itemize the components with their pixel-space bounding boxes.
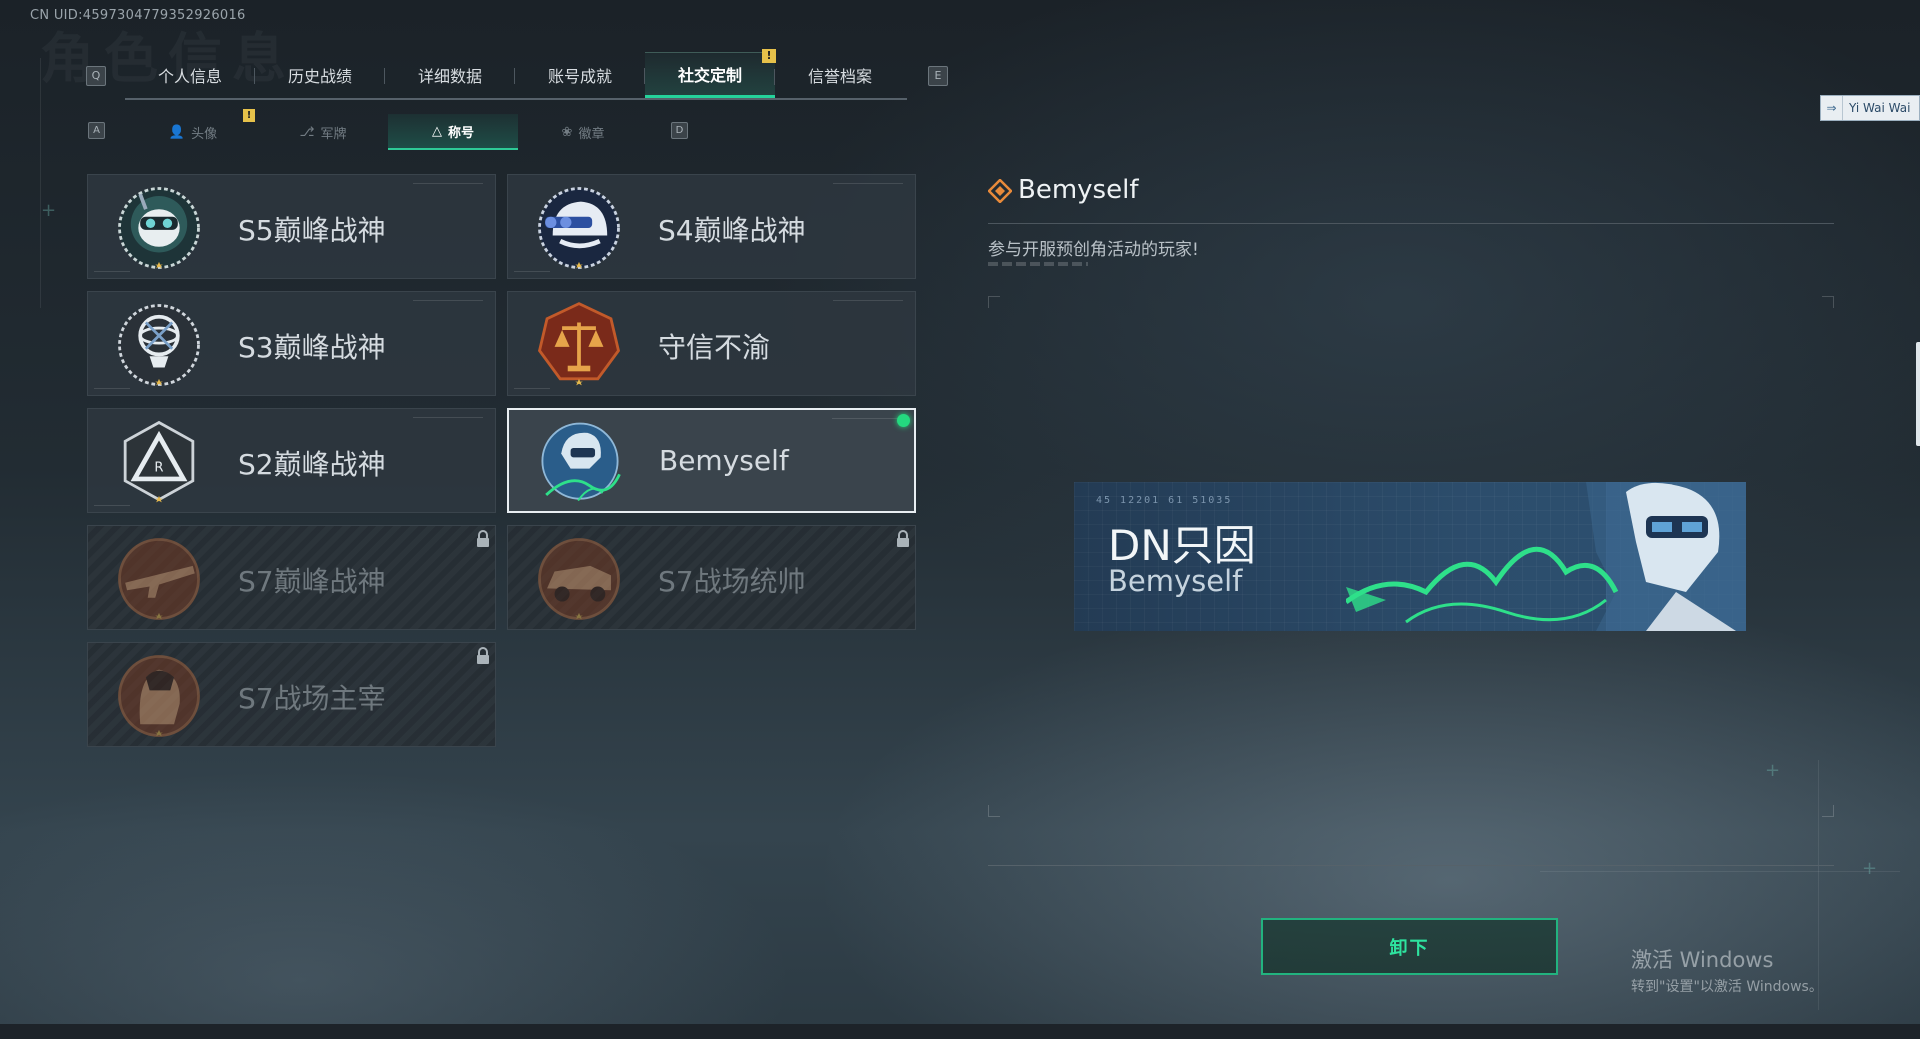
side-panel-handle[interactable] xyxy=(1916,342,1920,446)
player-uid: CN UID:4597304779352926016 xyxy=(30,8,246,23)
tab-achievements[interactable]: 账号成就 xyxy=(515,52,645,98)
title-name: S4巅峰战神 xyxy=(658,214,806,247)
next-subtab-key-hint[interactable]: D xyxy=(671,122,688,139)
plate-title: Bemyself xyxy=(1108,564,1243,598)
title-card-locked[interactable]: S7战场统帅 xyxy=(507,525,916,630)
card-decoration xyxy=(833,300,903,301)
subtab-alert-badge: ! xyxy=(243,109,255,122)
diver-skull-badge-icon xyxy=(118,187,200,269)
title-name: S2巅峰战神 xyxy=(238,448,386,481)
card-decoration xyxy=(832,418,902,419)
equipped-indicator xyxy=(897,414,910,427)
nameplate-preview: 45 12201 61 51035 DN只因 Bemyself xyxy=(1074,482,1746,631)
sub-tab-bar: 👤 头像 ⎇ 军牌 △ 称号 ❀ 徽章 xyxy=(128,114,648,150)
windows-activation-watermark: 激活 Windows 转到"设置"以激活 Windows。 xyxy=(1631,944,1823,996)
hud-plus-decoration: + xyxy=(1862,858,1878,879)
subtab-label: 称号 xyxy=(447,125,474,141)
title-card[interactable]: R S2巅峰战神 xyxy=(87,408,496,513)
triangle-emblem-badge-icon: R xyxy=(123,420,195,503)
tab-social-customization[interactable]: 社交定制 xyxy=(645,52,775,98)
divider xyxy=(988,223,1834,224)
unequip-button[interactable]: 卸下 xyxy=(1261,918,1558,975)
title-name: S5巅峰战神 xyxy=(238,214,386,247)
subtab-label: 军牌 xyxy=(320,126,347,142)
hud-plus-decoration: + xyxy=(1765,760,1781,781)
frame-corner xyxy=(1822,296,1834,308)
dogtag-icon: ⎇ xyxy=(299,124,315,140)
svg-text:R: R xyxy=(154,460,163,475)
frame-corner xyxy=(988,805,1000,817)
title-card[interactable]: S3巅峰战神 xyxy=(87,291,496,396)
title-name: S3巅峰战神 xyxy=(238,331,386,364)
title-card[interactable]: S4巅峰战神 xyxy=(507,174,916,279)
friend-name: Yi Wai Wai xyxy=(1849,101,1911,115)
activation-line-1: 激活 Windows xyxy=(1631,948,1774,972)
friend-chip[interactable]: ⇒ Yi Wai Wai xyxy=(1820,95,1920,121)
plate-code: 45 12201 61 51035 xyxy=(1096,495,1233,506)
bottom-strip xyxy=(0,1024,1920,1039)
title-card[interactable]: S5巅峰战神 xyxy=(87,174,496,279)
card-decoration xyxy=(413,300,483,301)
friends-icon: ⇒ xyxy=(1821,96,1843,120)
rifle-badge-icon xyxy=(118,538,200,620)
hud-line xyxy=(40,58,41,308)
helmet-nightvision-badge-icon xyxy=(538,187,620,269)
tab-label: 个人信息 xyxy=(157,67,222,86)
frame-corner xyxy=(988,296,1000,308)
soldier-signature-art-icon xyxy=(1346,482,1746,631)
frame-corner xyxy=(1822,805,1834,817)
prev-tab-key-hint[interactable]: Q xyxy=(86,66,106,86)
tab-label: 账号成就 xyxy=(547,67,612,86)
card-decoration xyxy=(833,183,903,184)
subtab-emblem[interactable]: ❀ 徽章 xyxy=(518,114,648,150)
vehicle-badge-icon xyxy=(538,538,620,620)
title-icon: △ xyxy=(431,123,442,139)
title-name: Bemyself xyxy=(659,444,789,477)
subtab-label: 头像 xyxy=(191,126,218,142)
tab-label: 详细数据 xyxy=(417,67,482,86)
subtab-avatar[interactable]: 👤 头像 xyxy=(128,114,258,150)
detail-title: Bemyself xyxy=(1018,175,1139,205)
diamond-title-icon xyxy=(988,179,1012,203)
next-tab-key-hint[interactable]: E xyxy=(928,66,948,86)
tab-label: 社交定制 xyxy=(677,66,742,85)
operator-portrait-badge-icon xyxy=(118,655,200,737)
card-decoration xyxy=(413,183,483,184)
title-card-selected[interactable]: Bemyself xyxy=(507,408,916,513)
title-name: 守信不渝 xyxy=(658,331,771,364)
subtab-dogtag[interactable]: ⎇ 军牌 xyxy=(258,114,388,150)
tab-label: 信誉档案 xyxy=(807,67,872,86)
person-icon: 👤 xyxy=(168,124,186,140)
subtab-label: 徽章 xyxy=(578,126,605,142)
title-name: S7巅峰战神 xyxy=(238,565,386,598)
hud-plus-decoration: + xyxy=(41,200,57,221)
tab-detailed-stats[interactable]: 详细数据 xyxy=(385,52,515,98)
lock-icon xyxy=(477,647,489,664)
prev-subtab-key-hint[interactable]: A xyxy=(88,122,105,139)
emblem-icon: ❀ xyxy=(561,124,573,140)
main-tab-bar: 个人信息 历史战绩 详细数据 账号成就 社交定制 信誉档案 xyxy=(125,52,907,100)
card-decoration xyxy=(413,417,483,418)
tab-personal-info[interactable]: 个人信息 xyxy=(125,52,255,98)
tab-match-history[interactable]: 历史战绩 xyxy=(255,52,385,98)
tab-label: 历史战绩 xyxy=(287,67,352,86)
hud-line xyxy=(1540,871,1900,872)
title-name: S7战场主宰 xyxy=(238,682,386,715)
decoration-bar xyxy=(988,262,1088,266)
lock-icon xyxy=(477,530,489,547)
lock-icon xyxy=(897,530,909,547)
title-card-locked[interactable]: S7巅峰战神 xyxy=(87,525,496,630)
tab-reputation[interactable]: 信誉档案 xyxy=(775,52,905,98)
scales-badge-icon xyxy=(537,302,621,386)
globe-trophy-badge-icon xyxy=(118,304,200,386)
title-card[interactable]: 守信不渝 xyxy=(507,291,916,396)
title-name: S7战场统帅 xyxy=(658,565,806,598)
activation-line-2: 转到"设置"以激活 Windows。 xyxy=(1631,979,1823,995)
title-card-locked[interactable]: S7战场主宰 xyxy=(87,642,496,747)
detail-description: 参与开服预创角活动的玩家! xyxy=(988,240,1199,260)
subtab-title[interactable]: △ 称号 xyxy=(388,114,518,150)
soldier-signature-badge-icon xyxy=(541,422,621,502)
tab-alert-badge: ! xyxy=(762,49,776,63)
divider xyxy=(988,865,1834,866)
